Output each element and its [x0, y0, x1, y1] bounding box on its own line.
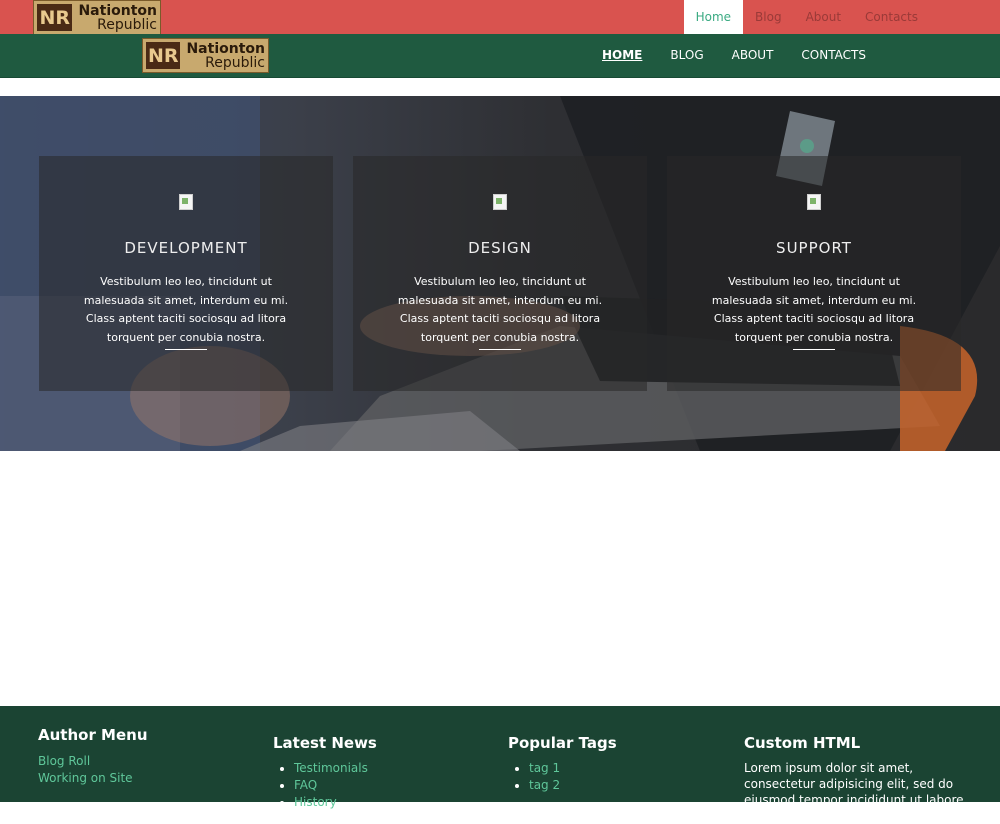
footer-heading: Popular Tags [508, 734, 617, 752]
brand-logo-main[interactable]: NR Nationton Republic [142, 38, 269, 73]
tag-item[interactable]: tag 1 [529, 760, 617, 777]
news-item-history[interactable]: History [294, 794, 377, 811]
main-nav-home[interactable]: HOME [592, 34, 652, 77]
feature-divider [165, 349, 207, 350]
feature-text: Vestibulum leo leo, tincidunt ut malesua… [397, 275, 603, 344]
footer-latest-news: Latest News Testimonials FAQ History [273, 734, 377, 811]
hero-section: DEVELOPMENT Vestibulum leo leo, tincidun… [0, 96, 1000, 451]
feature-title: SUPPORT [776, 239, 852, 257]
news-item-testimonials[interactable]: Testimonials [294, 760, 377, 777]
top-nav-about[interactable]: About [794, 0, 853, 34]
footer: Author Menu Blog Roll Working on Site La… [0, 706, 1000, 823]
main-nav: HOME BLOG ABOUT CONTACTS [592, 34, 884, 77]
feature-card-support: SUPPORT Vestibulum leo leo, tincidunt ut… [667, 156, 961, 391]
feature-title: DESIGN [468, 239, 532, 257]
top-bar: NR Nationton Republic Home Blog About Co… [0, 0, 1000, 35]
top-nav-home[interactable]: Home [683, 0, 744, 34]
main-nav-bar: NR Nationton Republic HOME BLOG ABOUT CO… [0, 34, 1000, 78]
main-nav-contacts[interactable]: CONTACTS [791, 34, 876, 77]
feature-card-development: DEVELOPMENT Vestibulum leo leo, tincidun… [39, 156, 333, 391]
feature-divider [793, 349, 835, 350]
logo-name-line2: Republic [97, 16, 157, 33]
footer-link-working-on-site[interactable]: Working on Site [38, 770, 148, 787]
logo-name-line1: Nationton [78, 2, 157, 19]
footer-heading: Latest News [273, 734, 377, 752]
tag-item[interactable]: tag 2 [529, 777, 617, 794]
main-nav-about[interactable]: ABOUT [722, 34, 784, 77]
feature-divider [479, 349, 521, 350]
logo-name-line1: Nationton [186, 40, 265, 57]
footer-author-menu: Author Menu Blog Roll Working on Site [38, 726, 148, 787]
logo-initials: NR [146, 42, 181, 69]
news-list: Testimonials FAQ History [273, 760, 377, 811]
top-nav: Home Blog About Contacts [683, 0, 930, 34]
news-item-faq[interactable]: FAQ [294, 777, 377, 794]
footer-heading: Custom HTML [744, 734, 861, 752]
logo-initials: NR [37, 4, 73, 31]
footer-popular-tags: Popular Tags tag 1 tag 2 [508, 734, 617, 794]
broken-image-icon [807, 194, 821, 210]
tag-list: tag 1 tag 2 [508, 760, 617, 794]
brand-logo-top[interactable]: NR Nationton Republic [33, 0, 161, 35]
feature-title: DEVELOPMENT [124, 239, 248, 257]
feature-text: Vestibulum leo leo, tincidunt ut malesua… [711, 275, 917, 344]
broken-image-icon [493, 194, 507, 210]
main-nav-blog[interactable]: BLOG [660, 34, 713, 77]
footer-heading: Author Menu [38, 726, 148, 744]
top-nav-blog[interactable]: Blog [743, 0, 794, 34]
broken-image-icon [179, 194, 193, 210]
top-nav-contacts[interactable]: Contacts [853, 0, 930, 34]
feature-text: Vestibulum leo leo, tincidunt ut malesua… [83, 275, 289, 344]
custom-html-text: Lorem ipsum dolor sit amet, consectetur … [744, 761, 964, 823]
footer-link-blog-roll[interactable]: Blog Roll [38, 753, 148, 770]
footer-custom-html: Custom HTML Lorem ipsum dolor sit amet, … [744, 734, 964, 824]
logo-name-line2: Republic [205, 54, 265, 71]
feature-card-design: DESIGN Vestibulum leo leo, tincidunt ut … [353, 156, 647, 391]
